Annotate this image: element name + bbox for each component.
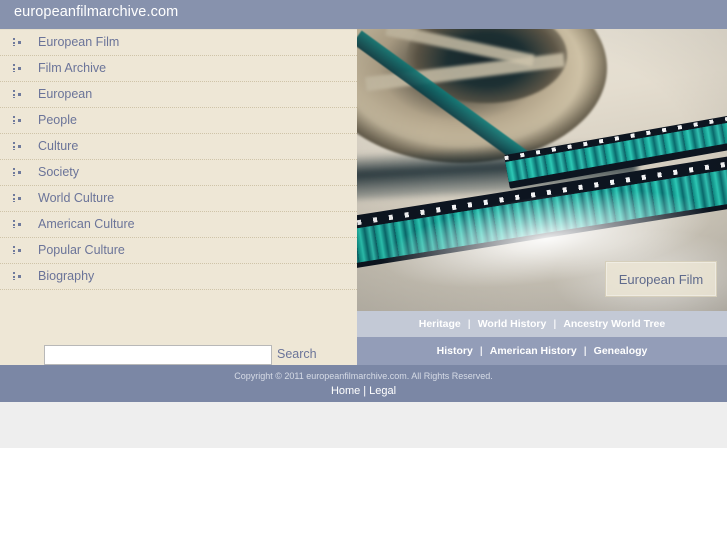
hero-caption: European Film <box>605 261 717 297</box>
page-background-strip <box>0 402 727 448</box>
nav-link-american-history[interactable]: American History <box>490 345 577 357</box>
keyword-item-1[interactable]: Film Archive <box>0 56 357 82</box>
keyword-item-6[interactable]: World Culture <box>0 186 357 212</box>
search-button[interactable]: Search <box>277 347 317 361</box>
keyword-list: European Film Film Archive European People C… <box>0 29 357 290</box>
footer-link-legal[interactable]: Legal <box>369 385 396 397</box>
keyword-item-8[interactable]: Popular Culture <box>0 238 357 264</box>
footer-separator: | <box>363 385 367 397</box>
keyword-item-2[interactable]: European <box>0 82 357 108</box>
dots-bullet-icon <box>13 90 23 99</box>
nav-primary: Heritage | World History | Ancestry World Tr… <box>357 311 727 337</box>
keyword-column: European Film Film Archive European People C… <box>0 29 357 365</box>
search-input[interactable] <box>44 345 272 365</box>
keyword-item-7[interactable]: American Culture <box>0 212 357 238</box>
footer-link-home[interactable]: Home <box>331 385 360 397</box>
keyword-label: Film Archive <box>38 61 107 75</box>
nav-separator: | <box>553 318 557 330</box>
keyword-label: American Culture <box>38 217 135 231</box>
dots-bullet-icon <box>13 220 23 229</box>
nav-separator: | <box>467 318 471 330</box>
site-container: europeanfilmarchive.com European Film Fil… <box>0 0 727 402</box>
search-area: Search <box>0 323 357 365</box>
dots-bullet-icon <box>13 116 23 125</box>
dots-bullet-icon <box>13 142 23 151</box>
keyword-item-4[interactable]: Culture <box>0 134 357 160</box>
keyword-item-9[interactable]: Biography <box>0 264 357 290</box>
nav-link-heritage[interactable]: Heritage <box>419 318 461 330</box>
dots-bullet-icon <box>13 64 23 73</box>
footer-links: Home | Legal <box>0 385 727 397</box>
hero-image: European Film <box>357 29 727 311</box>
keyword-label: Society <box>38 165 79 179</box>
nav-secondary: History | American History | Genealogy <box>357 337 727 365</box>
keyword-item-0[interactable]: European Film <box>0 29 357 56</box>
site-header: europeanfilmarchive.com <box>0 0 727 29</box>
keyword-label: People <box>38 113 77 127</box>
dots-bullet-icon <box>13 272 23 281</box>
site-footer: Copyright © 2011 europeanfilmarchive.com… <box>0 365 727 402</box>
keyword-label: Popular Culture <box>38 243 125 257</box>
nav-link-history[interactable]: History <box>437 345 473 357</box>
nav-separator: | <box>479 345 483 357</box>
keyword-label: World Culture <box>38 191 115 205</box>
nav-separator: | <box>583 345 587 357</box>
keyword-item-5[interactable]: Society <box>0 160 357 186</box>
copyright-text: Copyright © 2011 europeanfilmarchive.com… <box>234 371 493 381</box>
nav-link-genealogy[interactable]: Genealogy <box>594 345 648 357</box>
page-root: europeanfilmarchive.com European Film Fil… <box>0 0 727 545</box>
dots-bullet-icon <box>13 194 23 203</box>
keyword-label: European <box>38 87 93 101</box>
keyword-label: European Film <box>38 35 120 49</box>
site-title: europeanfilmarchive.com <box>14 4 179 20</box>
keyword-label: Culture <box>38 139 79 153</box>
dots-bullet-icon <box>13 38 23 47</box>
dots-bullet-icon <box>13 168 23 177</box>
nav-link-world-history[interactable]: World History <box>478 318 547 330</box>
dots-bullet-icon <box>13 246 23 255</box>
keyword-label: Biography <box>38 269 95 283</box>
keyword-item-3[interactable]: People <box>0 108 357 134</box>
nav-link-ancestry-world-tree[interactable]: Ancestry World Tree <box>563 318 665 330</box>
